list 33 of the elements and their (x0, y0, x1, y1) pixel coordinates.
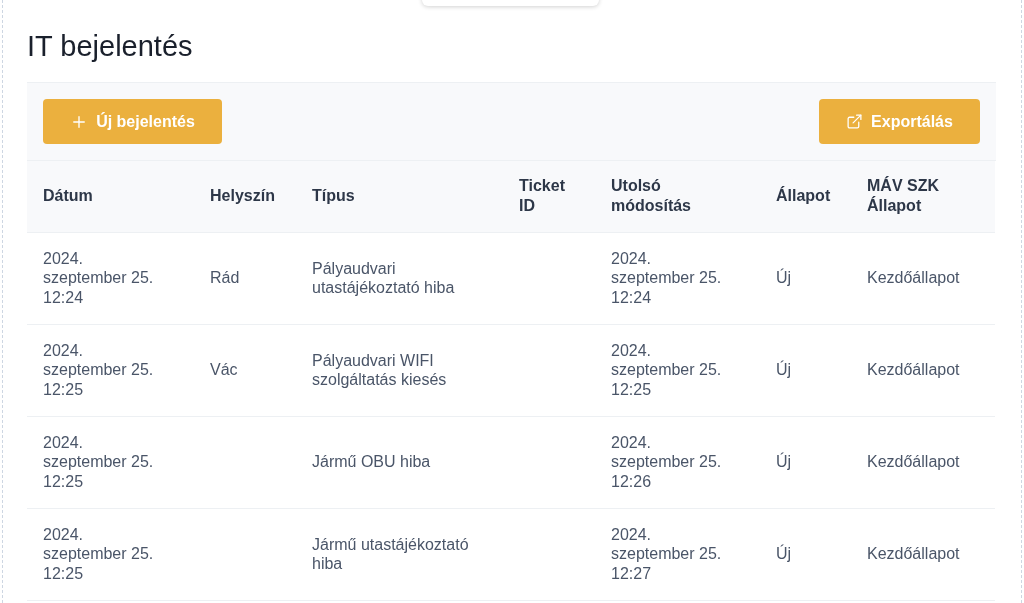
mav-status-cell: Kezdőállapot (867, 453, 960, 471)
location-cell: Vác (210, 361, 238, 379)
external-link-icon (846, 113, 864, 130)
status-cell: Új (776, 545, 792, 563)
type-cell: Pályaudvari utastájékoztató hiba (312, 259, 455, 296)
column-header: MÁV SZK Állapot (867, 177, 939, 215)
column-header: Típus (312, 187, 355, 205)
column-header: Állapot (776, 187, 831, 205)
modified-cell-text: 2024. szeptember 25. 12:27 (611, 524, 723, 584)
date-cell-text: 2024. szeptember 25. 12:25 (43, 524, 155, 584)
status-cell: Új (776, 269, 792, 287)
modified-cell-text: 2024. szeptember 25. 12:24 (611, 248, 723, 308)
status-cell: Új (776, 361, 792, 379)
type-cell: Pályaudvari WIFI szolgáltatás kiesés (312, 351, 447, 388)
location-cell: Rád (210, 269, 240, 287)
page-title: IT bejelentés (27, 29, 194, 63)
column-header: Ticket ID (519, 177, 565, 215)
modified-cell-text: 2024. szeptember 25. 12:25 (611, 340, 723, 400)
new-report-button[interactable]: Új bejelentés (43, 99, 222, 144)
mav-status-cell: Kezdőállapot (867, 545, 960, 563)
column-header: Utolsó módosítás (611, 177, 691, 215)
mav-status-cell: Kezdőállapot (867, 361, 960, 379)
export-button[interactable]: Exportálás (819, 99, 980, 144)
date-cell-text: 2024. szeptember 25. 12:25 (43, 340, 155, 400)
status-cell: Új (776, 453, 792, 471)
column-header: Dátum (43, 187, 93, 205)
modified-cell-text: 2024. szeptember 25. 12:26 (611, 432, 723, 492)
column-header: Helyszín (210, 187, 275, 205)
mav-status-cell: Kezdőállapot (867, 269, 960, 287)
date-cell-text: 2024. szeptember 25. 12:25 (43, 432, 155, 492)
type-cell: Jármű OBU hiba (312, 453, 431, 471)
date-cell-text: 2024. szeptember 25. 12:24 (43, 248, 155, 308)
type-cell: Jármű utastájékoztató hiba (312, 535, 469, 572)
